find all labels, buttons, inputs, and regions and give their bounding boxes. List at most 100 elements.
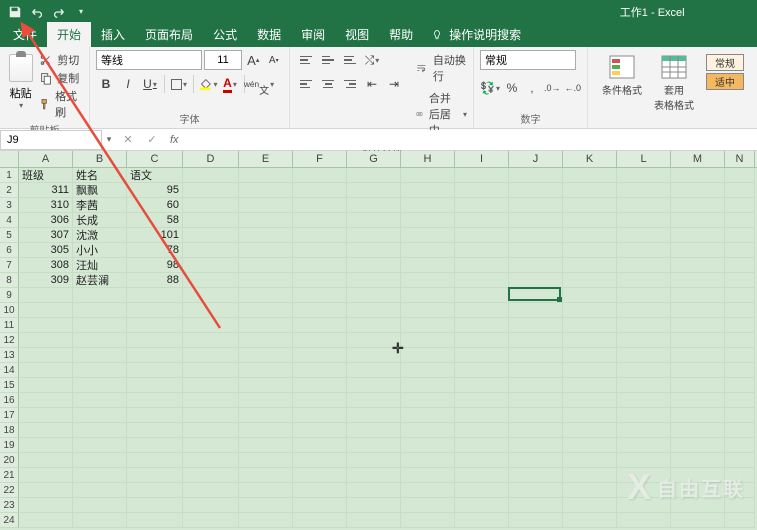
font-name-select[interactable] bbox=[96, 50, 202, 70]
cell[interactable] bbox=[347, 348, 401, 363]
align-middle-button[interactable] bbox=[318, 51, 338, 69]
cell[interactable] bbox=[725, 468, 755, 483]
cell[interactable]: 60 bbox=[127, 198, 183, 213]
conditional-format-button[interactable]: 条件格式 bbox=[602, 54, 642, 128]
cell[interactable] bbox=[347, 228, 401, 243]
cell[interactable] bbox=[127, 348, 183, 363]
cell[interactable] bbox=[563, 183, 617, 198]
cell[interactable] bbox=[293, 393, 347, 408]
formula-input[interactable] bbox=[185, 130, 757, 150]
row-header[interactable]: 23 bbox=[0, 498, 19, 513]
cell[interactable] bbox=[401, 363, 455, 378]
cell[interactable] bbox=[19, 318, 73, 333]
cell[interactable] bbox=[401, 483, 455, 498]
col-header-J[interactable]: J bbox=[509, 151, 563, 167]
cell[interactable] bbox=[127, 438, 183, 453]
cell[interactable] bbox=[183, 273, 239, 288]
cell[interactable] bbox=[617, 348, 671, 363]
cell[interactable] bbox=[455, 378, 509, 393]
cell[interactable] bbox=[293, 483, 347, 498]
cell[interactable] bbox=[455, 513, 509, 528]
cell[interactable] bbox=[509, 333, 563, 348]
cell[interactable] bbox=[725, 348, 755, 363]
cell[interactable] bbox=[509, 393, 563, 408]
cell[interactable] bbox=[617, 423, 671, 438]
cell[interactable] bbox=[347, 273, 401, 288]
cell[interactable] bbox=[293, 348, 347, 363]
cell[interactable] bbox=[239, 183, 293, 198]
cell[interactable] bbox=[401, 183, 455, 198]
cell[interactable] bbox=[183, 213, 239, 228]
cell[interactable] bbox=[671, 213, 725, 228]
cell[interactable] bbox=[455, 318, 509, 333]
font-color-button[interactable]: A▾ bbox=[220, 74, 240, 94]
cell[interactable] bbox=[509, 318, 563, 333]
cell[interactable] bbox=[239, 483, 293, 498]
cell[interactable] bbox=[401, 453, 455, 468]
cell[interactable]: 88 bbox=[127, 273, 183, 288]
cell[interactable] bbox=[19, 513, 73, 528]
cell[interactable] bbox=[725, 453, 755, 468]
cell[interactable] bbox=[183, 303, 239, 318]
cell[interactable] bbox=[127, 483, 183, 498]
cell[interactable] bbox=[183, 228, 239, 243]
cell[interactable] bbox=[671, 483, 725, 498]
col-header-F[interactable]: F bbox=[293, 151, 347, 167]
cell[interactable] bbox=[671, 288, 725, 303]
cell[interactable] bbox=[725, 513, 755, 528]
cell[interactable] bbox=[239, 498, 293, 513]
cell[interactable] bbox=[617, 483, 671, 498]
row-header[interactable]: 13 bbox=[0, 348, 19, 363]
cell[interactable] bbox=[455, 423, 509, 438]
cell[interactable] bbox=[455, 243, 509, 258]
cell[interactable] bbox=[239, 348, 293, 363]
cell[interactable] bbox=[293, 183, 347, 198]
cell[interactable] bbox=[347, 408, 401, 423]
cell[interactable] bbox=[401, 513, 455, 528]
cell[interactable] bbox=[671, 378, 725, 393]
cell[interactable] bbox=[19, 393, 73, 408]
orientation-button[interactable]: ⤭▾ bbox=[362, 50, 382, 70]
tab-formulas[interactable]: 公式 bbox=[203, 22, 247, 47]
cell[interactable] bbox=[563, 333, 617, 348]
row-header[interactable]: 3 bbox=[0, 198, 19, 213]
cell[interactable] bbox=[293, 453, 347, 468]
cell[interactable] bbox=[73, 453, 127, 468]
col-header-K[interactable]: K bbox=[563, 151, 617, 167]
cell[interactable] bbox=[347, 243, 401, 258]
cell[interactable] bbox=[401, 498, 455, 513]
cell[interactable] bbox=[347, 318, 401, 333]
cell[interactable] bbox=[401, 393, 455, 408]
cell[interactable] bbox=[19, 378, 73, 393]
cell[interactable] bbox=[347, 168, 401, 183]
cell[interactable] bbox=[455, 438, 509, 453]
row-header[interactable]: 2 bbox=[0, 183, 19, 198]
cell[interactable] bbox=[239, 438, 293, 453]
cell[interactable] bbox=[725, 288, 755, 303]
cell[interactable] bbox=[563, 243, 617, 258]
cell[interactable] bbox=[293, 228, 347, 243]
spreadsheet-grid[interactable]: ABCDEFGHIJKLMN 1234567891011121314151617… bbox=[0, 151, 757, 528]
cell[interactable] bbox=[563, 408, 617, 423]
tab-data[interactable]: 数据 bbox=[247, 22, 291, 47]
cell[interactable]: 306 bbox=[19, 213, 73, 228]
cell[interactable] bbox=[725, 258, 755, 273]
cell[interactable] bbox=[455, 348, 509, 363]
cell[interactable] bbox=[183, 453, 239, 468]
cell[interactable] bbox=[725, 423, 755, 438]
tab-help[interactable]: 帮助 bbox=[379, 22, 423, 47]
cell[interactable]: 311 bbox=[19, 183, 73, 198]
cell[interactable]: 305 bbox=[19, 243, 73, 258]
cell[interactable] bbox=[127, 363, 183, 378]
cell[interactable] bbox=[563, 258, 617, 273]
cell[interactable] bbox=[183, 363, 239, 378]
row-header[interactable]: 24 bbox=[0, 513, 19, 528]
cell[interactable] bbox=[455, 273, 509, 288]
cell[interactable] bbox=[617, 513, 671, 528]
cell[interactable] bbox=[127, 378, 183, 393]
cell[interactable] bbox=[455, 303, 509, 318]
cell[interactable] bbox=[293, 273, 347, 288]
tab-home[interactable]: 开始 bbox=[47, 22, 91, 47]
cell[interactable] bbox=[671, 393, 725, 408]
cell[interactable] bbox=[19, 303, 73, 318]
